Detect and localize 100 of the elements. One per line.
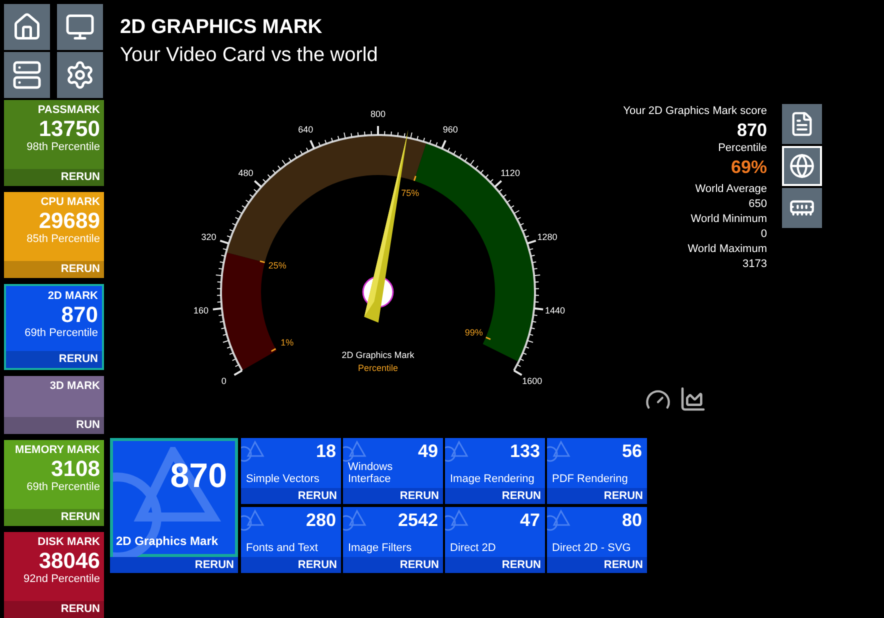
rerun-button[interactable]: RERUN (4, 169, 104, 186)
area-chart-icon[interactable] (679, 385, 707, 413)
globe-button[interactable] (782, 146, 822, 186)
rerun-button[interactable]: RERUN (343, 557, 443, 573)
rerun-button[interactable]: RERUN (343, 488, 443, 504)
mark-tile[interactable]: PASSMARK 13750 98th Percentile RERUN (4, 100, 104, 186)
test-score: 2542 (398, 510, 438, 530)
test-score: 49 (418, 441, 438, 461)
test-label: Image Rendering (450, 473, 536, 487)
mark-percentile: 69th Percentile (26, 481, 100, 494)
stat-label: World Average (695, 182, 767, 197)
gauge-tick-label: 320 (201, 232, 216, 242)
stat-value: 0 (760, 227, 767, 242)
test-score: 56 (622, 441, 642, 461)
globe-icon (789, 153, 815, 179)
test-tile[interactable]: 80 Direct 2D - SVG RERUN (547, 507, 647, 573)
test-tile[interactable]: 280 Fonts and Text RERUN (241, 507, 341, 573)
percentile-marker (270, 348, 276, 352)
settings-icon (65, 60, 95, 90)
page-title: 2D GRAPHICS MARK (120, 15, 324, 40)
gauge-tick-label: 160 (193, 306, 208, 316)
mark-score: 29689 (38, 209, 100, 233)
test-tile[interactable]: 47 Direct 2D RERUN (445, 507, 545, 573)
test-label: Direct 2D - SVG (552, 542, 632, 556)
mark-tile[interactable]: MEMORY MARK 3108 69th Percentile RERUN (4, 440, 104, 526)
rerun-button[interactable]: RERUN (445, 557, 545, 573)
mark-tile[interactable]: 2D MARK 870 69th Percentile RERUN (4, 284, 104, 370)
gauge-tick-label: 640 (298, 124, 314, 134)
gauge-tick-label: 800 (370, 109, 386, 119)
rerun-button[interactable]: RERUN (547, 488, 647, 504)
gauge-tick-label: 960 (442, 124, 458, 134)
shapes-icon (547, 440, 571, 462)
home-button[interactable] (4, 4, 50, 50)
mark-tile[interactable]: DISK MARK 38046 92nd Percentile RERUN (4, 532, 104, 618)
mark-tile[interactable]: 3D MARK RUN (4, 376, 104, 434)
shapes-icon (547, 509, 571, 531)
rerun-button[interactable]: RERUN (547, 557, 647, 573)
rerun-button[interactable]: RERUN (110, 557, 238, 573)
rerun-button[interactable]: RERUN (241, 557, 341, 573)
settings-button[interactable] (57, 52, 103, 98)
shapes-icon (445, 440, 469, 462)
server-icon (12, 60, 42, 90)
mark-title: PASSMARK (38, 103, 100, 117)
test-label: Image Filters (348, 542, 413, 556)
test-tile[interactable]: 49 Windows Interface RERUN (343, 438, 443, 504)
document-button[interactable] (782, 104, 822, 144)
rerun-button[interactable]: RERUN (6, 351, 102, 368)
stat-value: 650 (748, 197, 767, 212)
rerun-button[interactable]: RERUN (241, 488, 341, 504)
percentile-marker (413, 176, 416, 181)
percentile-label: 1% (280, 337, 294, 348)
test-tile[interactable]: 133 Image Rendering RERUN (445, 438, 545, 504)
mark-percentile: 85th Percentile (26, 233, 100, 246)
gauge-tick-label: 0 (221, 376, 226, 386)
gauge-subcaption: Percentile (358, 363, 398, 373)
rerun-button[interactable]: RERUN (4, 509, 104, 526)
test-tile[interactable]: 2542 Image Filters RERUN (343, 507, 443, 573)
gauge-caption: 2D Graphics Mark (342, 350, 414, 360)
percentile-caption: Percentile (718, 141, 767, 156)
gauge-tick-label: 480 (238, 168, 254, 178)
mark-percentile: 69th Percentile (24, 327, 98, 340)
mark-score: 3108 (51, 457, 100, 481)
score-value: 870 (736, 119, 767, 141)
rerun-button[interactable]: RUN (4, 417, 104, 434)
test-score: 280 (306, 510, 336, 530)
shapes-icon (343, 440, 367, 462)
percentile-value: 69% (730, 156, 767, 178)
shapes-icon (343, 509, 367, 531)
mark-score: 13750 (38, 117, 100, 141)
test-score: 80 (622, 510, 642, 530)
test-tile[interactable]: 18 Simple Vectors RERUN (241, 438, 341, 504)
main-test-tile[interactable]: 870 2D Graphics Mark RERUN (110, 438, 238, 573)
gauge-tick-label: 1600 (522, 376, 542, 386)
gauge-tick-label: 1280 (537, 232, 558, 242)
main-test-label: 2D Graphics Mark (115, 533, 220, 550)
test-label: Windows Interface (348, 461, 394, 487)
percentile-label: 25% (268, 260, 286, 271)
percentile-marker (486, 336, 491, 340)
test-tile[interactable]: 56 PDF Rendering RERUN (547, 438, 647, 504)
stat-value: 3173 (742, 257, 767, 272)
server-button[interactable] (4, 52, 50, 98)
score-label: Your 2D Graphics Mark score (623, 104, 767, 119)
mark-score: 870 (61, 303, 98, 327)
card-button[interactable] (782, 188, 822, 228)
percentile-label: 99% (464, 327, 483, 338)
mark-title: 3D MARK (50, 379, 100, 393)
test-score: 18 (316, 441, 336, 461)
shapes-icon (241, 440, 265, 462)
rerun-button[interactable]: RERUN (445, 488, 545, 504)
test-label: Simple Vectors (246, 473, 320, 487)
mark-title: 2D MARK (48, 289, 98, 303)
shapes-icon (241, 509, 265, 531)
rerun-button[interactable]: RERUN (4, 601, 104, 618)
test-label: PDF Rendering (552, 473, 629, 487)
mark-title: MEMORY MARK (15, 443, 100, 457)
shapes-icon (445, 509, 469, 531)
percentile-marker (260, 260, 265, 264)
monitor-button[interactable] (57, 4, 103, 50)
mark-score: 38046 (38, 549, 100, 573)
mark-title: CPU MARK (40, 195, 100, 209)
